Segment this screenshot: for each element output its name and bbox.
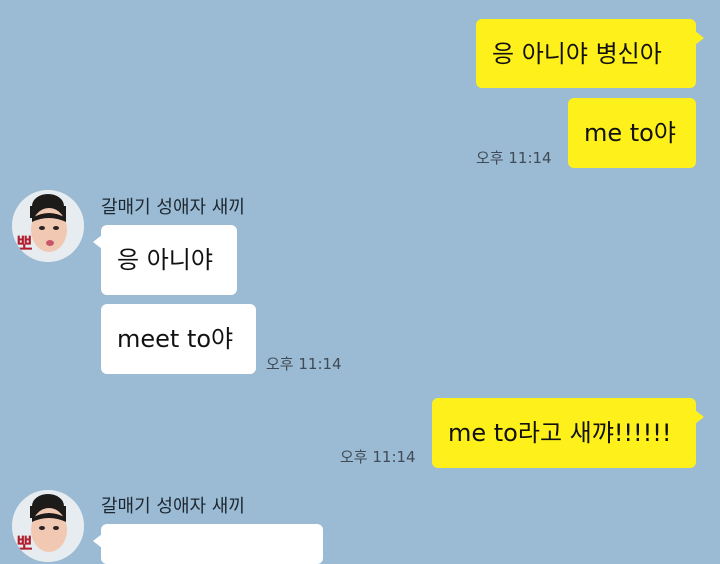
my-message-bubble[interactable]: me to라고 새꺄!!!!!! [432,398,704,468]
avatar-badge-glyph: 뽀 [16,534,33,555]
message-timestamp: 오후 11:14 [266,355,342,373]
friend-avatar[interactable]: 뽀 [12,190,84,262]
friend-message-bubble[interactable] [93,524,323,564]
message-text: meet to야 [117,325,234,353]
message-timestamp: 오후 11:14 [476,149,552,167]
my-message-bubble[interactable]: 응 아니야 병신아 [476,19,704,88]
message-text: me to라고 새꺄!!!!!! [448,419,672,447]
friend-message-bubble[interactable]: meet to야 [101,304,256,374]
message-text: 응 아니야 병신아 [492,39,662,68]
message-text: me to야 [584,119,676,147]
friend-avatar[interactable]: 뽀 [12,490,84,562]
avatar-badge-glyph: 뽀 [16,234,33,255]
friend-name: 갈매기 성애자 새끼 [101,496,245,517]
message-timestamp: 오후 11:14 [340,448,416,466]
my-message-bubble[interactable]: me to야 [568,98,696,168]
profile-photo-avatar-icon: 뽀 [12,490,84,562]
friend-message-bubble[interactable]: 응 아니야 [93,225,237,295]
friend-name: 갈매기 성애자 새끼 [101,197,245,218]
profile-photo-avatar-icon: 뽀 [12,190,84,262]
message-text: 응 아니야 [117,246,213,274]
